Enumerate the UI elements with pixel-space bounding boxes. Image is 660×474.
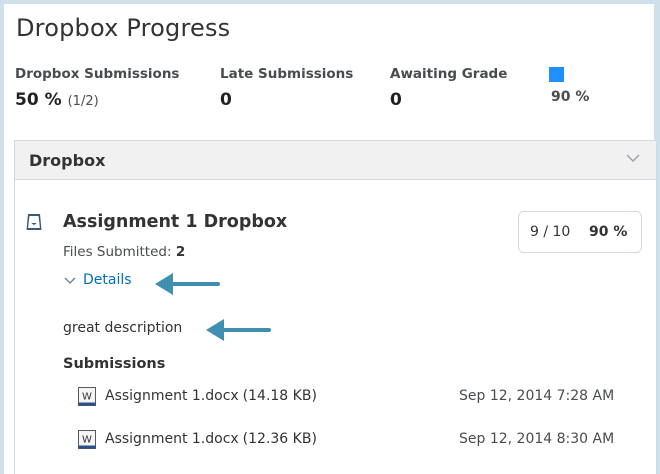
dropbox-icon bbox=[26, 214, 42, 230]
score-fraction: 9 / 10 bbox=[530, 224, 571, 240]
svg-text:W: W bbox=[82, 435, 92, 446]
submission-file-link[interactable]: Assignment 1.docx (14.18 KB) bbox=[105, 388, 317, 404]
stat-label: Late Submissions bbox=[220, 66, 354, 82]
progress-value: 90 % bbox=[551, 89, 590, 105]
stat-label: Awaiting Grade bbox=[390, 66, 508, 82]
details-label: Details bbox=[83, 272, 132, 288]
svg-text:W: W bbox=[82, 392, 92, 403]
arrow-annotation-icon bbox=[155, 273, 220, 295]
stat-value-text: 50 % bbox=[15, 90, 62, 110]
arrow-annotation-icon bbox=[206, 319, 271, 341]
stat-awaiting-grade: Awaiting Grade 0 bbox=[390, 66, 507, 110]
stat-label: Dropbox Submissions bbox=[15, 66, 180, 82]
submission-date: Sep 12, 2014 8:30 AM bbox=[459, 431, 615, 447]
assignment-description: great description bbox=[63, 320, 183, 336]
stat-value-fraction: (1/2) bbox=[67, 94, 99, 109]
word-document-icon: W bbox=[78, 430, 96, 449]
dropbox-panel: Dropbox bbox=[14, 140, 657, 474]
file-name[interactable]: Assignment 1.docx bbox=[105, 388, 239, 404]
files-submitted-count: 2 bbox=[175, 244, 186, 260]
file-name[interactable]: Assignment 1.docx bbox=[105, 431, 239, 447]
details-toggle[interactable]: Details bbox=[64, 272, 132, 288]
score-percent: 90 % bbox=[589, 224, 628, 240]
word-document-icon: W bbox=[78, 387, 96, 406]
file-size: (14.18 KB) bbox=[242, 388, 317, 404]
stat-value: 0 bbox=[390, 90, 402, 110]
submission-date: Sep 12, 2014 7:28 AM bbox=[459, 388, 615, 404]
submission-file-link[interactable]: Assignment 1.docx (12.36 KB) bbox=[105, 431, 317, 447]
stat-late-submissions: Late Submissions 0 bbox=[220, 66, 353, 110]
files-submitted: Files Submitted: 2 bbox=[63, 244, 185, 260]
submissions-heading: Submissions bbox=[63, 356, 166, 372]
progress-indicator bbox=[549, 67, 564, 82]
chevron-down-icon bbox=[64, 277, 76, 284]
chevron-down-icon[interactable] bbox=[626, 153, 640, 163]
stat-value: 50 % (1/2) bbox=[15, 90, 179, 110]
dropbox-panel-header[interactable]: Dropbox bbox=[15, 141, 656, 180]
submission-row: W Assignment 1.docx (12.36 KB) Sep 12, 20… bbox=[78, 429, 638, 451]
submission-row: W Assignment 1.docx (14.18 KB) Sep 12, 20… bbox=[78, 386, 638, 408]
stat-value: 0 bbox=[220, 90, 232, 110]
panel-title: Dropbox bbox=[29, 151, 106, 170]
page-title: Dropbox Progress bbox=[16, 14, 231, 42]
assignment-title[interactable]: Assignment 1 Dropbox bbox=[63, 212, 287, 232]
file-size: (12.36 KB) bbox=[242, 431, 317, 447]
stat-dropbox-submissions: Dropbox Submissions 50 % (1/2) bbox=[15, 66, 179, 110]
score-badge: 9 / 10 90 % bbox=[518, 211, 642, 253]
files-submitted-label: Files Submitted: bbox=[63, 244, 172, 260]
